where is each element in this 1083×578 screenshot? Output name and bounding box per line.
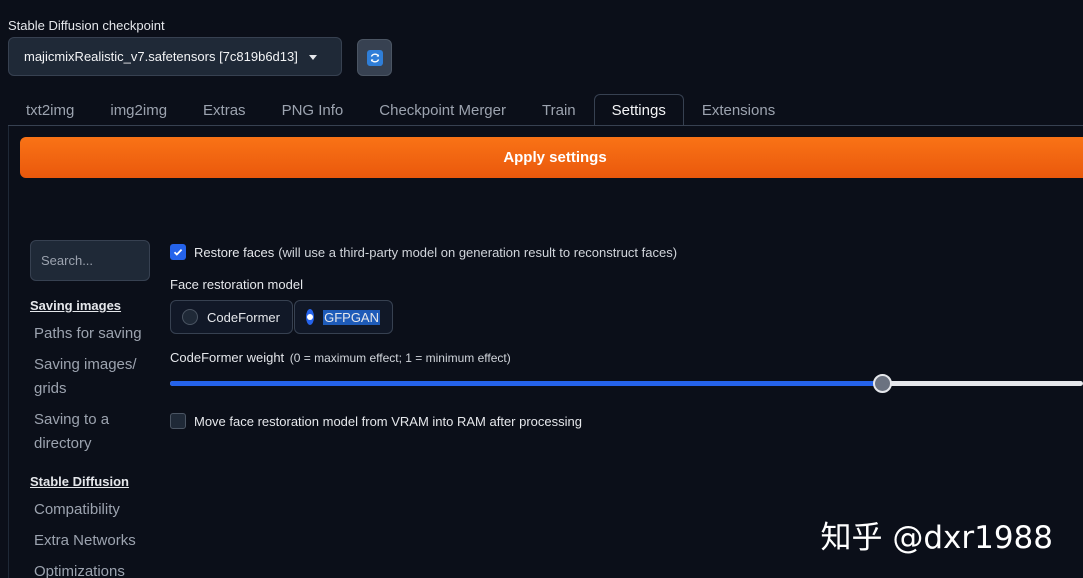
nav-item-compatibility[interactable]: Compatibility — [30, 498, 155, 522]
apply-settings-button[interactable]: Apply settings — [20, 137, 1083, 178]
radio-selected-icon — [306, 309, 315, 325]
nav-section-stable-diffusion[interactable]: Stable Diffusion — [30, 472, 155, 492]
settings-content: Restore faces (will use a third-party mo… — [170, 240, 1083, 429]
tab-train[interactable]: Train — [524, 94, 594, 126]
radio-codeformer[interactable]: CodeFormer — [170, 300, 293, 334]
tab-divider — [8, 125, 1083, 126]
watermark-text: 知乎 @dxr1988 — [820, 520, 1053, 556]
face-model-label: Face restoration model — [170, 277, 303, 292]
checkpoint-label: Stable Diffusion checkpoint — [8, 18, 165, 33]
tab-extras[interactable]: Extras — [185, 94, 264, 126]
tab-txt2img[interactable]: txt2img — [8, 94, 92, 126]
restore-faces-hint: (will use a third-party model on generat… — [278, 244, 678, 260]
checkpoint-value: majicmixRealistic_v7.safetensors [7c819b… — [24, 49, 298, 64]
codeformer-weight-slider[interactable] — [170, 371, 1083, 395]
refresh-checkpoint-button[interactable] — [357, 39, 392, 76]
radio-codeformer-label: CodeFormer — [207, 309, 280, 325]
nav-section-saving-images[interactable]: Saving images — [30, 296, 155, 316]
tab-settings[interactable]: Settings — [593, 94, 684, 126]
restore-faces-checkbox[interactable] — [170, 244, 186, 260]
panel-border — [8, 126, 9, 578]
codeformer-weight-label: CodeFormer weight — [170, 350, 285, 365]
main-tabs: txt2img img2img Extras PNG Info Checkpoi… — [8, 94, 793, 126]
chevron-down-icon — [309, 55, 317, 60]
settings-search-input[interactable] — [30, 240, 150, 281]
move-to-ram-row: Move face restoration model from VRAM in… — [170, 413, 1083, 429]
checkpoint-dropdown[interactable]: majicmixRealistic_v7.safetensors [7c819b… — [8, 37, 342, 76]
refresh-icon — [366, 49, 383, 66]
nav-item-optimizations[interactable]: Optimizations — [30, 560, 155, 578]
move-to-ram-label: Move face restoration model from VRAM in… — [194, 413, 582, 429]
slider-fill — [170, 381, 883, 386]
tab-png-info[interactable]: PNG Info — [264, 94, 362, 126]
tab-checkpoint-merger[interactable]: Checkpoint Merger — [361, 94, 524, 126]
restore-faces-row: Restore faces (will use a third-party mo… — [170, 244, 1083, 260]
nav-item-paths-for-saving[interactable]: Paths for saving — [30, 322, 155, 346]
check-icon — [173, 248, 183, 256]
radio-circle-icon — [182, 309, 198, 325]
restore-faces-label: Restore faces — [194, 244, 275, 260]
nav-item-saving-to-directory[interactable]: Saving to a directory — [30, 408, 155, 456]
tab-extensions[interactable]: Extensions — [684, 94, 793, 126]
nav-item-extra-networks[interactable]: Extra Networks — [30, 529, 155, 553]
codeformer-weight-hint: (0 = maximum effect; 1 = minimum effect) — [289, 351, 511, 365]
slider-thumb[interactable] — [873, 374, 893, 393]
codeformer-weight-row: CodeFormer weight (0 = maximum effect; 1… — [170, 350, 1083, 365]
radio-gfpgan-label: GFPGAN — [323, 309, 380, 325]
radio-gfpgan[interactable]: GFPGAN — [294, 300, 393, 334]
nav-item-saving-images-grids[interactable]: Saving images/ grids — [30, 353, 155, 401]
settings-nav: Saving images Paths for saving Saving im… — [30, 296, 155, 578]
tab-img2img[interactable]: img2img — [92, 94, 185, 126]
face-model-radio-group: CodeFormer GFPGAN — [170, 300, 1083, 334]
move-to-ram-checkbox[interactable] — [170, 413, 186, 429]
